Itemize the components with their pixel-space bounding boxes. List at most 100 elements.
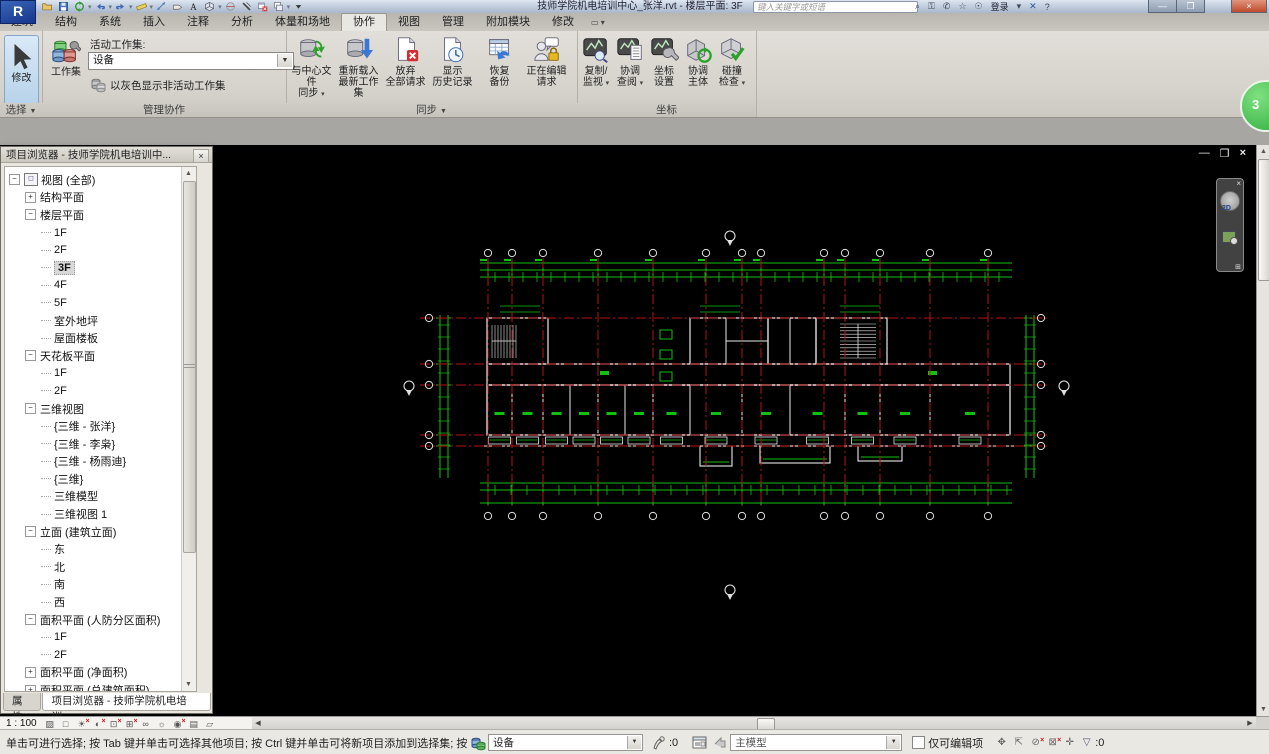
ribbon-tab-附加模块[interactable]: 附加模块 (475, 14, 541, 31)
expand-icon[interactable]: + (25, 666, 36, 678)
collapse-icon[interactable]: − (25, 209, 36, 221)
tree-item-3F[interactable]: 3F (5, 259, 196, 277)
tree-item-2F[interactable]: 2F (5, 382, 196, 400)
customize-qat-icon[interactable] (291, 1, 306, 13)
visual-style-icon[interactable]: □ (59, 718, 73, 730)
tree-item-三维-张洋[interactable]: {三维 - 张洋} (5, 417, 196, 435)
relinquish-all-button[interactable]: 放弃 全部请求 (382, 35, 429, 100)
detail-level-icon[interactable]: ▨ (43, 718, 57, 730)
tree-item-1F[interactable]: 1F (5, 365, 196, 383)
sync-with-central-button[interactable]: 与中心文件 同步 ▾ (288, 35, 335, 100)
coordination-review-button[interactable]: 协调 查阅 ▾ (613, 35, 647, 89)
design-option-combobox[interactable]: 主模型 ▼ (730, 734, 903, 751)
switch-windows-icon-menu[interactable]: ▾ (287, 3, 291, 11)
crop-view-icon[interactable]: ⊡ × (107, 718, 122, 730)
ribbon-display-toggle[interactable]: ▭ ▾ (585, 14, 611, 31)
aligned-dimension-icon[interactable] (154, 1, 169, 13)
favorites-icon[interactable]: ☆ (958, 0, 966, 13)
vscroll-thumb[interactable] (1258, 159, 1269, 281)
tree-item-三维视图1[interactable]: 三维视图 1 (5, 505, 196, 523)
infocenter-search-input[interactable]: 键入关键字或短语 (753, 1, 918, 13)
sign-in-label[interactable]: 登录 (991, 0, 1009, 13)
view-minimize-icon[interactable]: — (1199, 147, 1210, 160)
reload-latest-button[interactable]: 重新载入 最新工作集 (335, 35, 382, 100)
tree-item-三维模型[interactable]: 三维模型 (5, 488, 196, 506)
exchange-apps-icon[interactable]: ✕ (1029, 0, 1037, 13)
tree-item-三维-杨雨迪[interactable]: {三维 - 杨雨迪} (5, 453, 196, 471)
editable-only-checkbox[interactable] (912, 736, 926, 749)
active-workset-combobox[interactable]: 设备 ▼ (88, 52, 294, 70)
measure-icon-menu[interactable]: ▾ (150, 3, 154, 11)
coordination-host-button[interactable]: 协调 主体 (681, 35, 715, 89)
save-icon[interactable] (56, 1, 71, 13)
tree-item-三维[interactable]: {三维} (5, 470, 196, 488)
ribbon-tab-插入[interactable]: 插入 (132, 14, 176, 31)
vscroll-up-icon[interactable]: ▲ (1257, 145, 1269, 158)
signin-icon[interactable]: ☉ (975, 0, 983, 13)
show-history-button[interactable]: 显示 历史记录 (429, 35, 476, 100)
tag-icon[interactable] (170, 1, 185, 13)
select-underlay-icon[interactable]: ⇱ (1010, 735, 1027, 750)
communication-center-badge[interactable]: 3 (1240, 80, 1269, 132)
section-icon[interactable] (223, 1, 238, 13)
collapse-icon[interactable]: − (25, 614, 36, 626)
editing-requests-button[interactable]: 正在编辑 请求 (523, 35, 570, 100)
redo-icon[interactable] (113, 1, 128, 13)
select-pinned-icon[interactable]: ⊘ × (1027, 735, 1044, 750)
tree-item-面积平面(总建筑面积)[interactable]: + 面积平面 (总建筑面积) (5, 681, 196, 691)
sync-with-central-icon-menu[interactable]: ▾ (88, 3, 92, 11)
tree-item-天花板平面[interactable]: − 天花板平面 (5, 347, 196, 365)
vertical-scrollbar[interactable]: ▲ ▼ (1256, 145, 1269, 716)
collapse-icon[interactable]: − (25, 526, 36, 538)
navbar-close-icon[interactable]: × (1236, 179, 1241, 188)
ribbon-tab-协作[interactable]: 协作 (341, 13, 387, 31)
ribbon-tab-分析[interactable]: 分析 (220, 14, 264, 31)
vscroll-down-icon[interactable]: ▼ (1257, 703, 1269, 716)
tree-item-1F[interactable]: 1F (5, 224, 196, 242)
panel-caption-select[interactable]: 选择 ▼ (0, 103, 42, 117)
tree-item-面积平面(人防分区面积)[interactable]: − 面积平面 (人防分区面积) (5, 611, 196, 629)
ribbon-tab-修改[interactable]: 修改 (541, 14, 585, 31)
view-close-icon[interactable]: × (1240, 147, 1246, 160)
worksets-status-icon[interactable] (470, 735, 486, 751)
panel-caption-manage[interactable]: 管理协作 (42, 103, 286, 117)
tree-item-北[interactable]: 北 (5, 558, 196, 576)
tab-properties[interactable]: 属性 (3, 693, 42, 723)
restore-backup-button[interactable]: 恢复 备份 (476, 35, 523, 100)
text-icon[interactable]: A (186, 1, 201, 13)
navbar-more-icon[interactable]: ⊞ (1235, 263, 1241, 271)
tree-item-2F[interactable]: 2F (5, 646, 196, 664)
minimize-button[interactable]: — (1148, 0, 1177, 13)
panel-caption-coordinate[interactable]: 坐标 (577, 103, 756, 117)
expand-icon[interactable]: + (25, 684, 36, 691)
coordination-settings-button[interactable]: 坐标 设置 (647, 35, 681, 89)
combo-dropdown-icon[interactable]: ▼ (627, 736, 641, 749)
shadows-icon[interactable]: ◐ × (91, 718, 106, 730)
close-button[interactable]: × (1231, 0, 1267, 13)
tree-item-东[interactable]: 东 (5, 540, 196, 558)
gray-inactive-worksets-toggle[interactable]: 以灰色显示非活动工作集 (90, 77, 226, 93)
project-browser-titlebar[interactable]: 项目浏览器 - 技师学院机电培训中... (1, 147, 212, 163)
ribbon-tab-注释[interactable]: 注释 (176, 14, 220, 31)
default-3d-view-icon[interactable] (202, 1, 217, 13)
open-icon[interactable] (40, 1, 55, 13)
reveal-hidden-elements-icon[interactable]: ☼ (155, 718, 169, 730)
tree-scrollbar[interactable]: ▲ ▼ (181, 167, 196, 691)
drag-on-selection-icon[interactable]: ✛ (1061, 735, 1078, 750)
ribbon-tab-体量和场地[interactable]: 体量和场地 (264, 14, 341, 31)
temporary-view-properties-icon[interactable]: ▤ (187, 718, 201, 730)
collapse-icon[interactable]: − (25, 403, 36, 415)
ribbon-tab-结构[interactable]: 结构 (44, 14, 88, 31)
tree-item-1F[interactable]: 1F (5, 628, 196, 646)
sync-with-central-icon[interactable] (72, 1, 87, 13)
tree-item-三维视图[interactable]: − 三维视图 (5, 400, 196, 418)
tree-item-立面(建筑立面)[interactable]: − 立面 (建筑立面) (5, 523, 196, 541)
undo-icon[interactable] (93, 1, 108, 13)
sun-path-icon[interactable]: ☀ × (75, 718, 90, 730)
select-by-face-icon[interactable]: ⊠ × (1044, 735, 1061, 750)
search-icon[interactable]: ⌕ (915, 0, 920, 13)
tree-item-西[interactable]: 西 (5, 593, 196, 611)
project-browser-close-button[interactable]: × (193, 149, 209, 163)
communication-icon[interactable]: ✆ (943, 0, 951, 13)
design-options-dialog-icon[interactable] (692, 735, 708, 751)
